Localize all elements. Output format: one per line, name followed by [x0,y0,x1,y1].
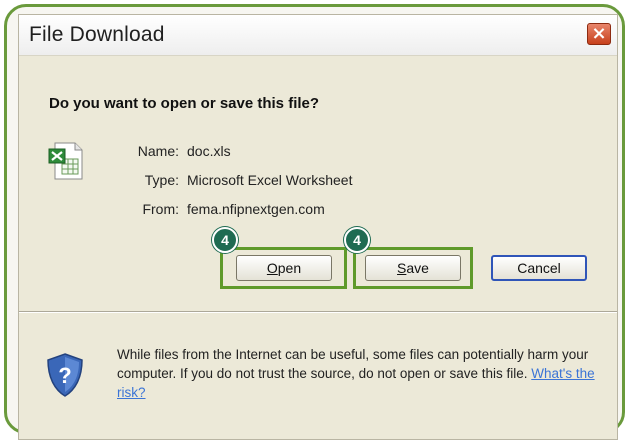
from-value: fema.nfipnextgen.com [187,201,325,217]
warning-message: While files from the Internet can be use… [117,345,607,402]
dialog-divider [19,311,617,313]
from-label: From: [142,201,179,217]
dialog-title: File Download [29,23,165,46]
type-value: Microsoft Excel Worksheet [187,172,353,188]
save-button[interactable]: Save [365,255,461,281]
shield-question-icon: ? [47,353,83,397]
close-button[interactable]: × [587,23,611,45]
svg-text:?: ? [58,363,71,388]
warning-text: While files from the Internet can be use… [117,347,589,381]
name-value: doc.xls [187,143,231,159]
name-label: Name: [137,143,179,159]
open-button[interactable]: Open [236,255,332,281]
file-download-dialog: File Download × Do you want to open or s… [18,14,618,440]
step-badge-save: 4 [344,227,370,253]
type-label: Type: [144,172,179,188]
cancel-button[interactable]: Cancel [491,255,587,281]
step-badge-open: 4 [212,227,238,253]
title-bar: File Download × [19,15,617,56]
download-question: Do you want to open or save this file? [49,95,320,112]
close-icon: × [591,23,607,44]
